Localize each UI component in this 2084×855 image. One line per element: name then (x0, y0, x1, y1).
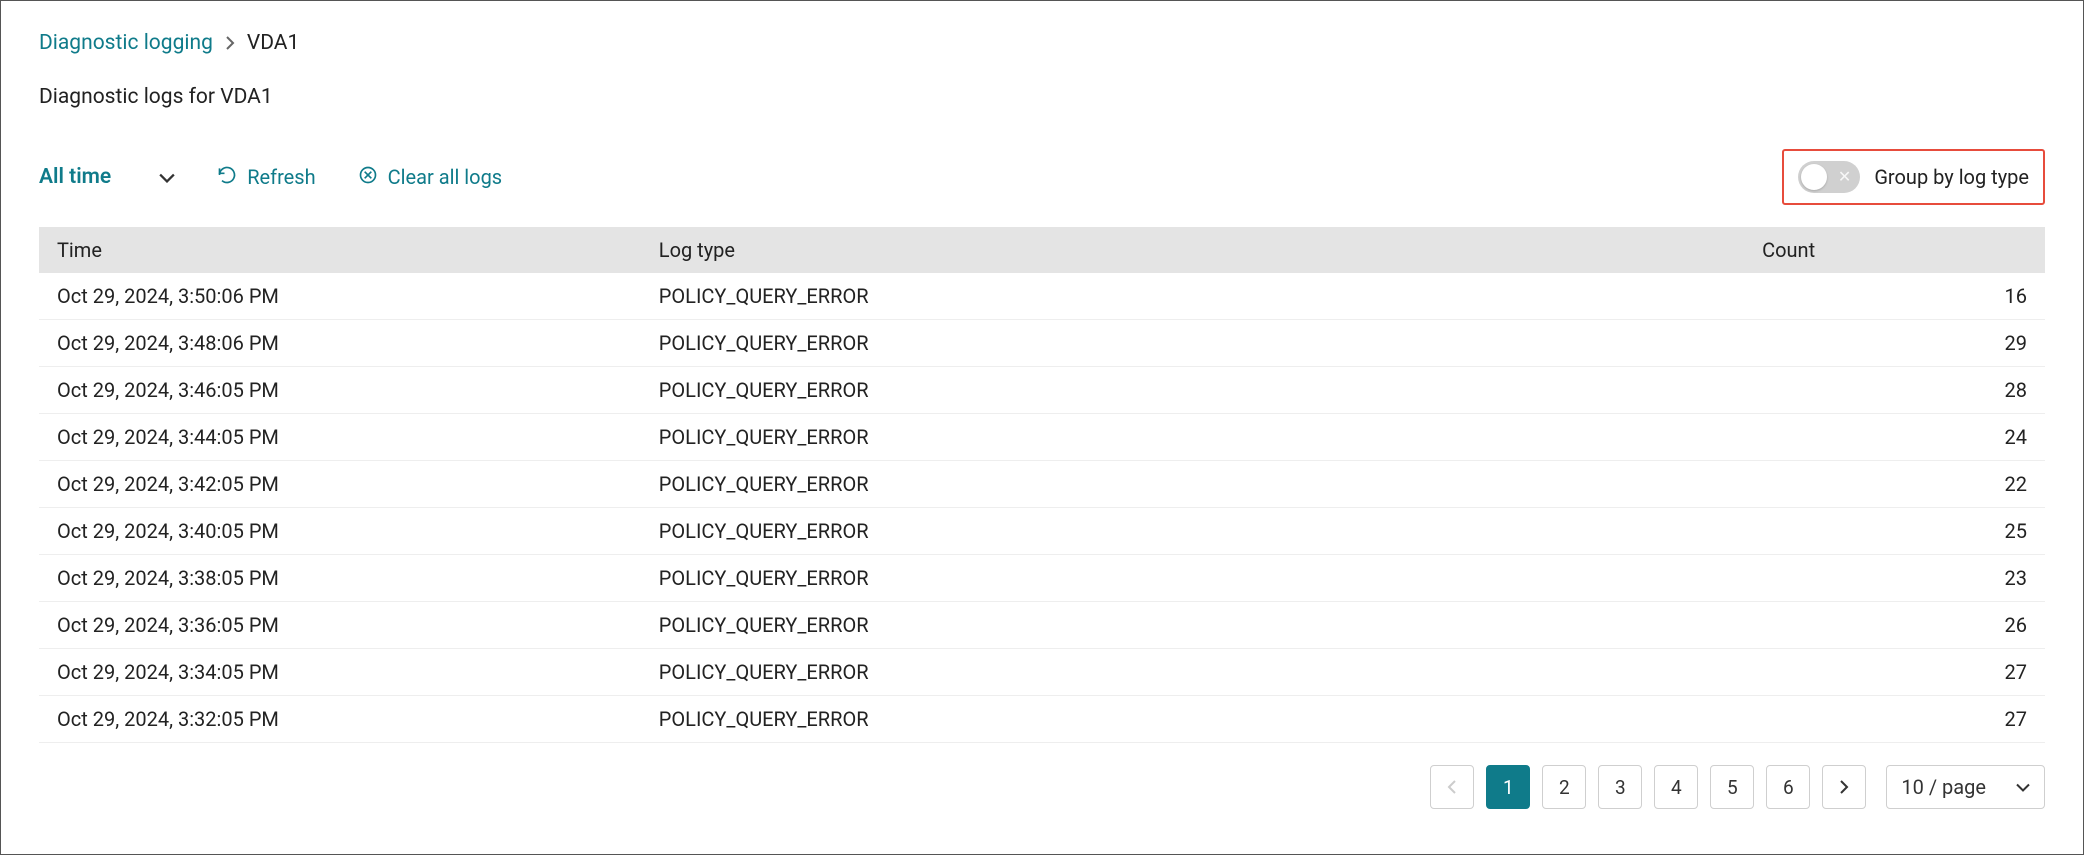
refresh-icon (217, 165, 237, 190)
cell-count: 27 (1744, 649, 2045, 696)
table-row[interactable]: Oct 29, 2024, 3:50:06 PMPOLICY_QUERY_ERR… (39, 273, 2045, 320)
cell-log-type: POLICY_QUERY_ERROR (641, 696, 1744, 743)
group-by-toggle-label: Group by log type (1874, 165, 2029, 189)
cell-log-type: POLICY_QUERY_ERROR (641, 320, 1744, 367)
chevron-right-icon (225, 36, 235, 50)
cell-count: 22 (1744, 461, 2045, 508)
cell-count: 16 (1744, 273, 2045, 320)
pagination-prev[interactable] (1430, 765, 1474, 809)
table-row[interactable]: Oct 29, 2024, 3:34:05 PMPOLICY_QUERY_ERR… (39, 649, 2045, 696)
cell-time: Oct 29, 2024, 3:48:06 PM (39, 320, 641, 367)
table-row[interactable]: Oct 29, 2024, 3:46:05 PMPOLICY_QUERY_ERR… (39, 367, 2045, 414)
cell-time: Oct 29, 2024, 3:36:05 PM (39, 602, 641, 649)
cell-log-type: POLICY_QUERY_ERROR (641, 367, 1744, 414)
cell-count: 24 (1744, 414, 2045, 461)
cell-time: Oct 29, 2024, 3:38:05 PM (39, 555, 641, 602)
clear-label: Clear all logs (388, 165, 503, 189)
table-row[interactable]: Oct 29, 2024, 3:38:05 PMPOLICY_QUERY_ERR… (39, 555, 2045, 602)
cell-time: Oct 29, 2024, 3:32:05 PM (39, 696, 641, 743)
time-filter-label: All time (39, 165, 111, 189)
cell-log-type: POLICY_QUERY_ERROR (641, 602, 1744, 649)
page-size-dropdown[interactable]: 10 / page (1886, 765, 2045, 809)
cell-log-type: POLICY_QUERY_ERROR (641, 414, 1744, 461)
cell-log-type: POLICY_QUERY_ERROR (641, 555, 1744, 602)
cell-time: Oct 29, 2024, 3:44:05 PM (39, 414, 641, 461)
cell-log-type: POLICY_QUERY_ERROR (641, 461, 1744, 508)
log-table: Time Log type Count Oct 29, 2024, 3:50:0… (39, 227, 2045, 743)
cell-count: 27 (1744, 696, 2045, 743)
breadcrumb-current: VDA1 (247, 31, 299, 55)
breadcrumb-parent-link[interactable]: Diagnostic logging (39, 31, 213, 55)
pagination-page-5[interactable]: 5 (1710, 765, 1754, 809)
group-by-toggle[interactable]: ✕ (1798, 161, 1860, 193)
cell-log-type: POLICY_QUERY_ERROR (641, 508, 1744, 555)
table-header-row: Time Log type Count (39, 227, 2045, 273)
table-row[interactable]: Oct 29, 2024, 3:40:05 PMPOLICY_QUERY_ERR… (39, 508, 2045, 555)
cell-time: Oct 29, 2024, 3:46:05 PM (39, 367, 641, 414)
cell-time: Oct 29, 2024, 3:50:06 PM (39, 273, 641, 320)
pagination-page-1[interactable]: 1 (1486, 765, 1530, 809)
chevron-down-icon (2016, 783, 2030, 792)
page-size-label: 10 / page (1901, 775, 1986, 799)
pagination: 123456 10 / page (39, 765, 2045, 809)
toggle-knob (1801, 164, 1827, 190)
col-header-log-type[interactable]: Log type (641, 227, 1744, 273)
table-row[interactable]: Oct 29, 2024, 3:44:05 PMPOLICY_QUERY_ERR… (39, 414, 2045, 461)
table-row[interactable]: Oct 29, 2024, 3:48:06 PMPOLICY_QUERY_ERR… (39, 320, 2045, 367)
cell-count: 29 (1744, 320, 2045, 367)
refresh-button[interactable]: Refresh (217, 165, 315, 190)
refresh-label: Refresh (247, 165, 315, 189)
cell-time: Oct 29, 2024, 3:40:05 PM (39, 508, 641, 555)
table-row[interactable]: Oct 29, 2024, 3:32:05 PMPOLICY_QUERY_ERR… (39, 696, 2045, 743)
clear-icon (358, 165, 378, 190)
cell-log-type: POLICY_QUERY_ERROR (641, 649, 1744, 696)
time-filter-dropdown[interactable]: All time (39, 165, 175, 189)
cell-count: 23 (1744, 555, 2045, 602)
cell-time: Oct 29, 2024, 3:34:05 PM (39, 649, 641, 696)
pagination-page-2[interactable]: 2 (1542, 765, 1586, 809)
table-row[interactable]: Oct 29, 2024, 3:42:05 PMPOLICY_QUERY_ERR… (39, 461, 2045, 508)
pagination-page-6[interactable]: 6 (1766, 765, 1810, 809)
cell-log-type: POLICY_QUERY_ERROR (641, 273, 1744, 320)
col-header-time[interactable]: Time (39, 227, 641, 273)
page-title: Diagnostic logs for VDA1 (39, 85, 2045, 109)
cell-count: 26 (1744, 602, 2045, 649)
pagination-page-3[interactable]: 3 (1598, 765, 1642, 809)
chevron-down-icon (159, 165, 175, 189)
col-header-count[interactable]: Count (1744, 227, 2045, 273)
pagination-next[interactable] (1822, 765, 1866, 809)
cell-count: 25 (1744, 508, 2045, 555)
toolbar: All time Refresh Clear all logs ✕ Group … (39, 149, 2045, 205)
cell-count: 28 (1744, 367, 2045, 414)
cell-time: Oct 29, 2024, 3:42:05 PM (39, 461, 641, 508)
clear-logs-button[interactable]: Clear all logs (358, 165, 503, 190)
table-row[interactable]: Oct 29, 2024, 3:36:05 PMPOLICY_QUERY_ERR… (39, 602, 2045, 649)
breadcrumb: Diagnostic logging VDA1 (39, 31, 2045, 55)
pagination-page-4[interactable]: 4 (1654, 765, 1698, 809)
group-by-toggle-container: ✕ Group by log type (1782, 149, 2045, 205)
close-icon: ✕ (1838, 169, 1851, 185)
